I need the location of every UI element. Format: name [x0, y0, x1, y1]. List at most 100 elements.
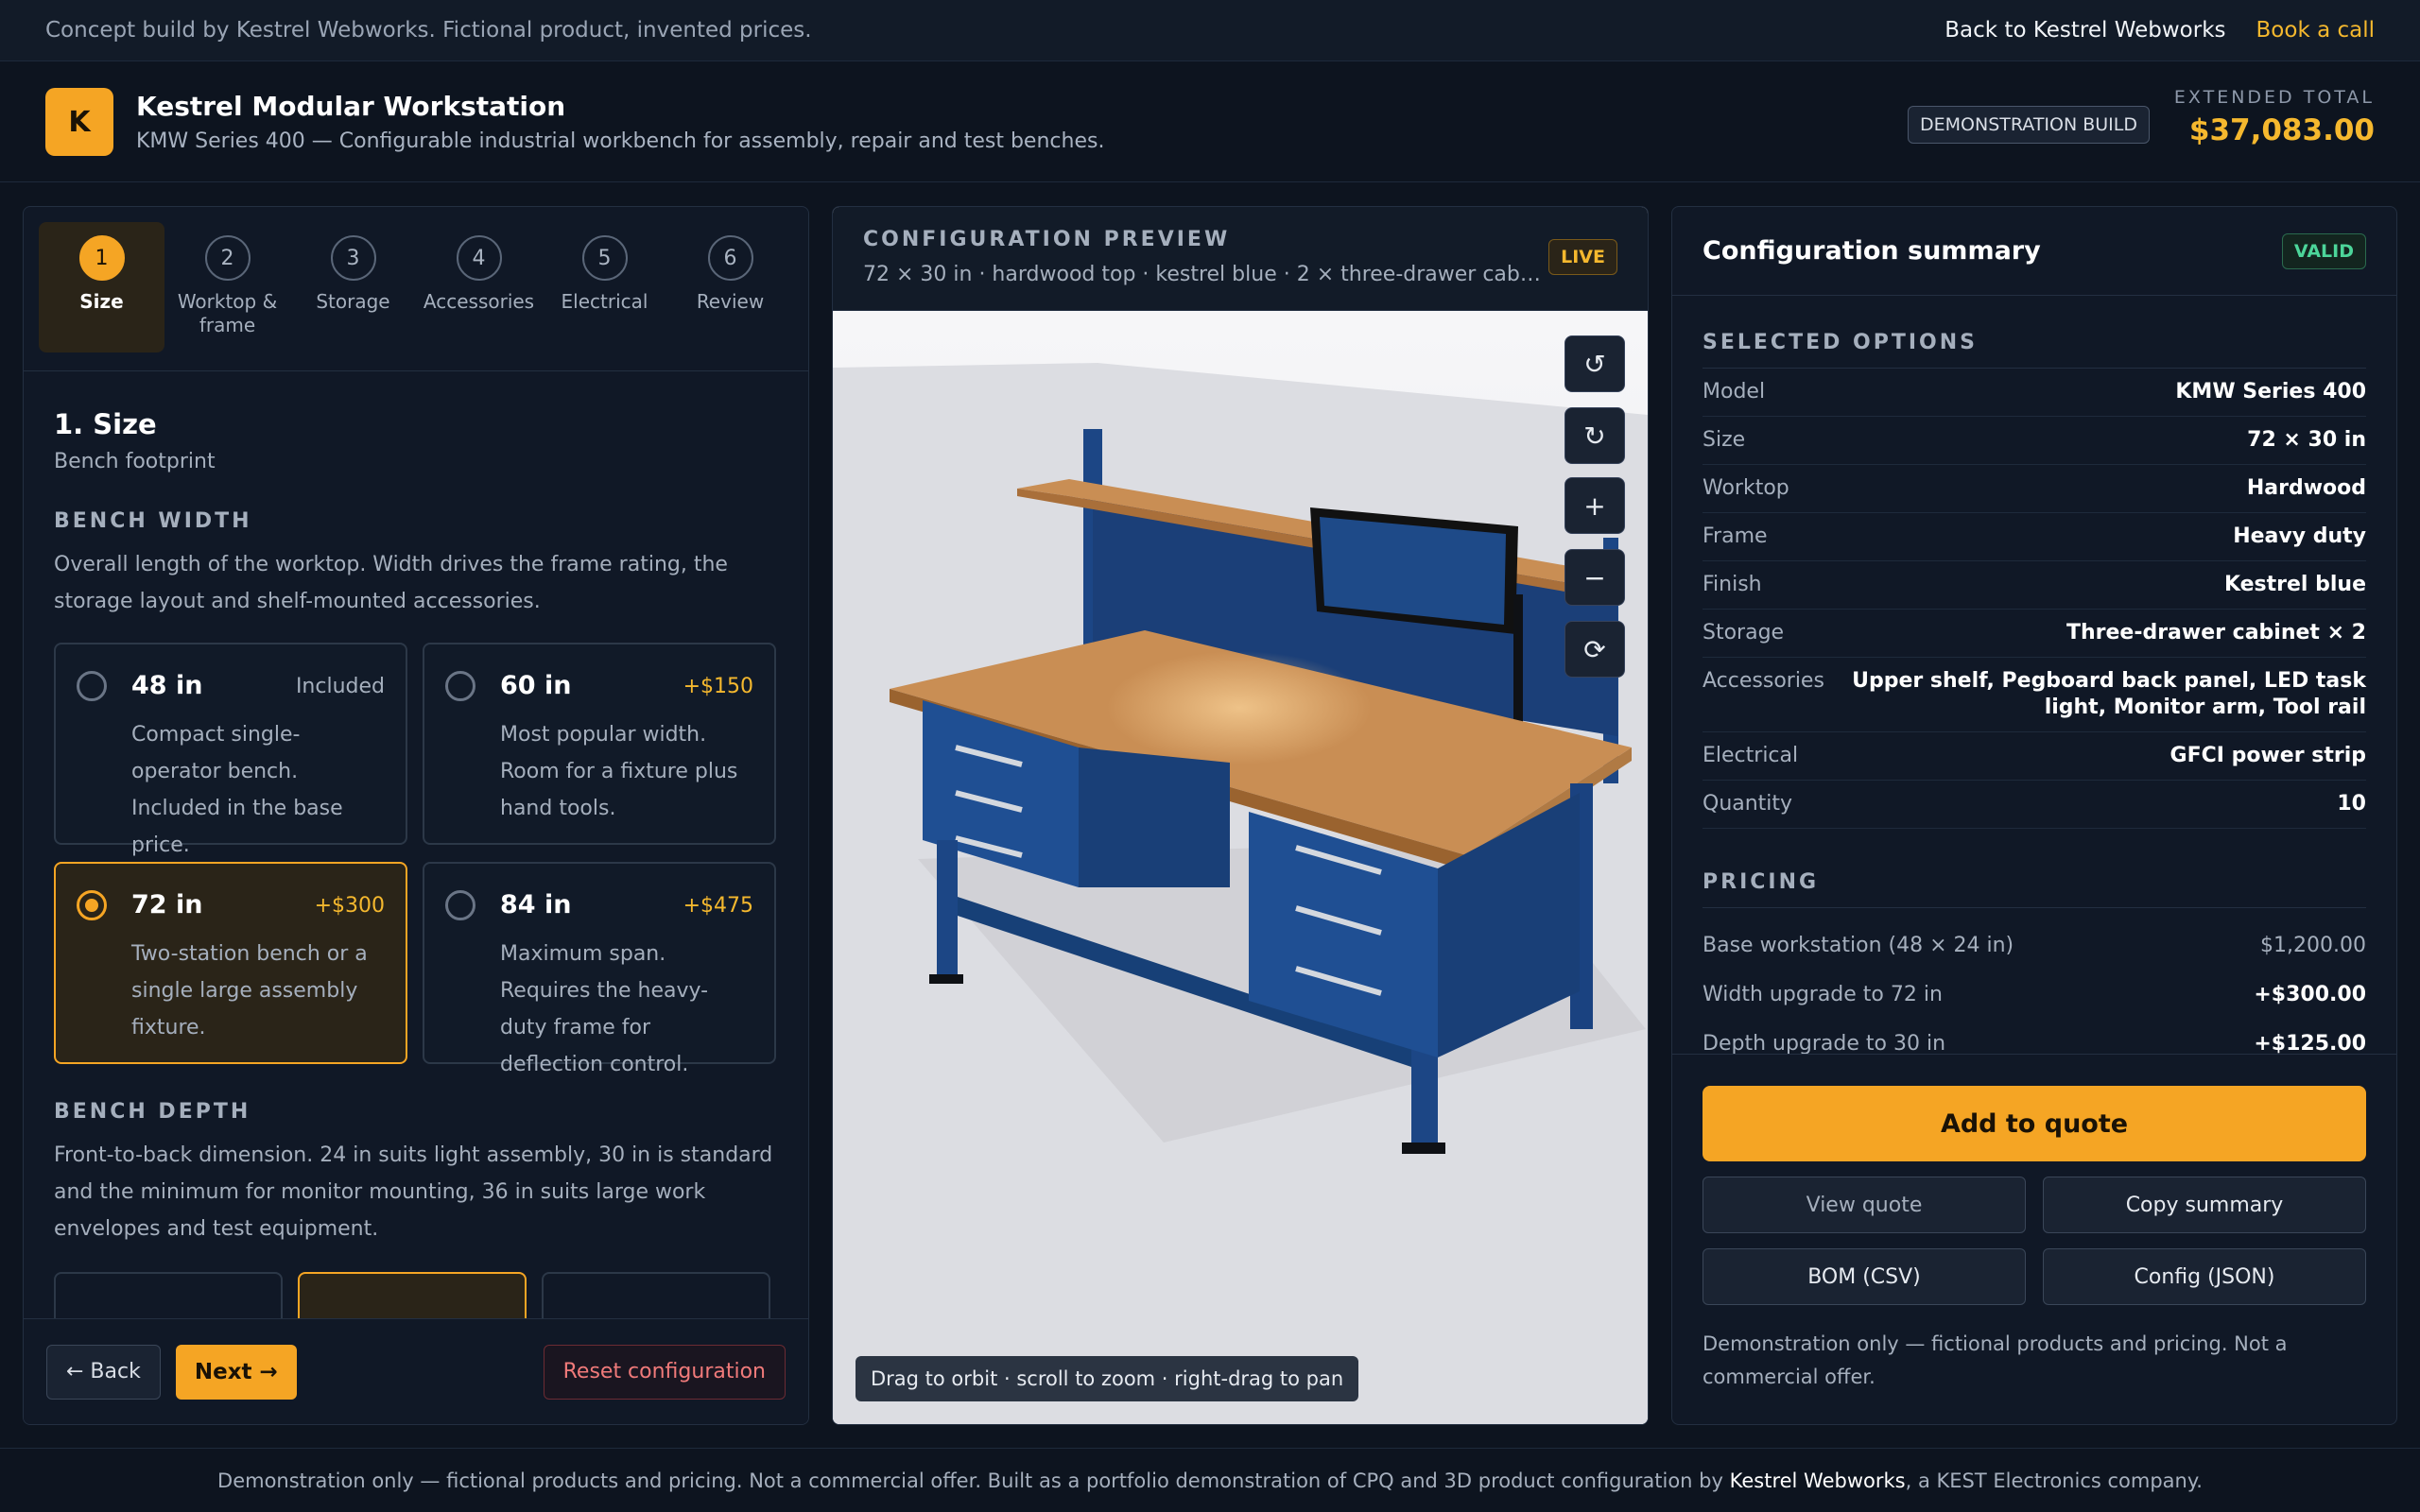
bench-depth-caption: BENCH DEPTH: [54, 1100, 251, 1124]
option-description: Compact single-operator bench. Included …: [131, 723, 343, 857]
summary-value: Three-drawer cabinet × 2: [2066, 621, 2366, 644]
summary-row: Electrical GFCI power strip: [1703, 732, 2366, 781]
width-option-60[interactable]: 60 in +$150 Most popular width. Room for…: [423, 643, 776, 845]
tab-storage[interactable]: 3 Storage: [290, 222, 416, 352]
step-number: 5: [581, 235, 628, 281]
reset-view-icon[interactable]: ⟳: [1564, 621, 1625, 678]
option-price: +$300: [314, 894, 385, 918]
valid-badge: VALID: [2281, 232, 2366, 269]
option-description: Maximum span. Requires the heavy-duty fr…: [500, 942, 709, 1076]
zoom-out-icon[interactable]: −: [1564, 549, 1625, 606]
summary-title: Configuration summary: [1703, 236, 2041, 266]
step-navigation: ← Back Next → Reset configuration: [24, 1318, 808, 1424]
option-description: Most popular width. Room for a fixture p…: [500, 723, 738, 820]
extended-total: EXTENDED TOTAL $37,083.00: [2174, 87, 2375, 147]
summary-value: Upper shelf, Pegboard back panel, LED ta…: [1852, 669, 2366, 719]
summary-row: Finish Kestrel blue: [1703, 561, 2366, 610]
zoom-in-icon[interactable]: +: [1564, 477, 1625, 534]
step-label: Storage: [316, 290, 390, 313]
back-button[interactable]: ← Back: [46, 1344, 161, 1400]
section-subtitle: Bench footprint: [54, 450, 216, 473]
summary-value: Hardwood: [2246, 476, 2366, 500]
size-step-content[interactable]: 1. Size Bench footprint BENCH WIDTH Over…: [24, 372, 808, 1319]
summary-value: KMW Series 400: [2175, 380, 2366, 404]
config-json-button[interactable]: Config (JSON): [2043, 1248, 2366, 1305]
depth-option-30[interactable]: [298, 1272, 527, 1319]
radio-button[interactable]: [445, 671, 475, 701]
option-name: 84 in: [500, 890, 572, 919]
bom-csv-button[interactable]: BOM (CSV): [1703, 1248, 2026, 1305]
bench-depth-description: Front-to-back dimension. 24 in suits lig…: [54, 1143, 773, 1241]
product-heading: Kestrel Modular Workstation KMW Series 4…: [136, 91, 1104, 153]
tab-review[interactable]: 6 Review: [667, 222, 793, 352]
rotate-left-icon[interactable]: ↺: [1564, 335, 1625, 392]
summary-key: Storage: [1703, 621, 1785, 644]
next-button[interactable]: Next →: [175, 1344, 297, 1400]
preview-label: CONFIGURATION PREVIEW: [863, 228, 1231, 251]
step-number: 2: [204, 235, 251, 281]
configurator-panel: 1 Size 2 Worktop & frame 3 Storage 4 Acc…: [23, 206, 809, 1425]
workbench-render[interactable]: [833, 311, 1648, 1424]
summary-value: GFCI power strip: [2169, 744, 2366, 767]
reset-configuration-button[interactable]: Reset configuration: [543, 1344, 786, 1400]
pricing-row: Base workstation (48 × 24 in) $1,200.00: [1703, 907, 2366, 971]
summary-key: Size: [1703, 428, 1746, 452]
product-title: Kestrel Modular Workstation: [136, 91, 566, 122]
selected-options-list: Model KMW Series 400 Size 72 × 30 in Worktop…: [1703, 369, 2366, 829]
summary-row: Storage Three-drawer cabinet × 2: [1703, 610, 2366, 658]
3d-viewer[interactable]: ↺ ↻ + − ⟳ Drag to orbit · scroll to zoom…: [833, 311, 1648, 1424]
copy-summary-button[interactable]: Copy summary: [2043, 1177, 2366, 1233]
summary-row: Quantity 10: [1703, 781, 2366, 829]
rotate-right-icon[interactable]: ↻: [1564, 407, 1625, 464]
step-number: 4: [456, 235, 502, 281]
concept-note: Concept build by Kestrel Webworks. Ficti…: [45, 18, 812, 43]
live-badge: LIVE: [1548, 239, 1617, 275]
preview-panel: CONFIGURATION PREVIEW 72 × 30 in · hardw…: [832, 206, 1649, 1425]
depth-option-36[interactable]: [542, 1272, 770, 1319]
footer-text-end: , a KEST Electronics company.: [1905, 1469, 2203, 1492]
demo-note: Demonstration only — fictional products …: [1703, 1332, 2288, 1388]
bench-width-caption: BENCH WIDTH: [54, 509, 252, 533]
page-footer: Demonstration only — fictional products …: [0, 1448, 2420, 1512]
summary-value: Kestrel blue: [2223, 573, 2366, 596]
back-to-site-link[interactable]: Back to Kestrel Webworks: [1945, 18, 2225, 43]
width-options: 48 in Included Compact single-operator b…: [54, 643, 778, 1076]
radio-button-selected[interactable]: [77, 890, 107, 920]
footer-brand-link[interactable]: Kestrel Webworks: [1730, 1469, 1906, 1492]
tab-worktop-frame[interactable]: 2 Worktop & frame: [164, 222, 290, 352]
option-description: Two-station bench or a single large asse…: [131, 942, 368, 1040]
step-number: 3: [330, 235, 376, 281]
depth-option-24[interactable]: [54, 1272, 283, 1319]
tab-electrical[interactable]: 5 Electrical: [542, 222, 667, 352]
book-call-link[interactable]: Book a call: [2256, 18, 2375, 43]
summary-key: Accessories: [1703, 669, 1824, 693]
width-option-48[interactable]: 48 in Included Compact single-operator b…: [54, 643, 407, 857]
option-price: +$475: [683, 894, 753, 918]
radio-button[interactable]: [77, 671, 107, 701]
summary-row: Worktop Hardwood: [1703, 465, 2366, 513]
width-option-72[interactable]: 72 in +$300 Two-station bench or a singl…: [54, 862, 407, 1064]
step-label: Accessories: [423, 290, 535, 313]
product-header: K Kestrel Modular Workstation KMW Series…: [0, 62, 2420, 182]
view-quote-button[interactable]: View quote: [1703, 1177, 2026, 1233]
pricing-item: Depth upgrade to 30 in: [1703, 1032, 1946, 1055]
summary-key: Model: [1703, 380, 1766, 404]
add-to-quote-button[interactable]: Add to quote: [1703, 1086, 2366, 1161]
tab-size[interactable]: 1 Size: [39, 222, 164, 352]
summary-value: 72 × 30 in: [2247, 428, 2366, 452]
summary-panel: Configuration summary VALID SELECTED OPT…: [1671, 206, 2397, 1425]
pricing-item: Width upgrade to 72 in: [1703, 983, 1943, 1006]
option-price: Included: [295, 675, 385, 698]
left-cabinet-side: [1079, 747, 1230, 887]
tab-accessories[interactable]: 4 Accessories: [416, 222, 542, 352]
task-light-glow: [1107, 651, 1372, 765]
option-name: 60 in: [500, 671, 572, 700]
summary-scroll[interactable]: SELECTED OPTIONS Model KMW Series 400 Size…: [1672, 297, 2396, 1055]
pricing-amount: +$300.00: [2254, 983, 2366, 1006]
radio-button[interactable]: [445, 890, 475, 920]
preview-header: CONFIGURATION PREVIEW 72 × 30 in · hardw…: [833, 207, 1648, 311]
width-option-84[interactable]: 84 in +$475 Maximum span. Requires the h…: [423, 862, 776, 1076]
pricing-row: Depth upgrade to 30 in +$125.00: [1703, 1020, 2366, 1055]
summary-header: Configuration summary VALID: [1672, 207, 2396, 296]
summary-key: Electrical: [1703, 744, 1799, 767]
